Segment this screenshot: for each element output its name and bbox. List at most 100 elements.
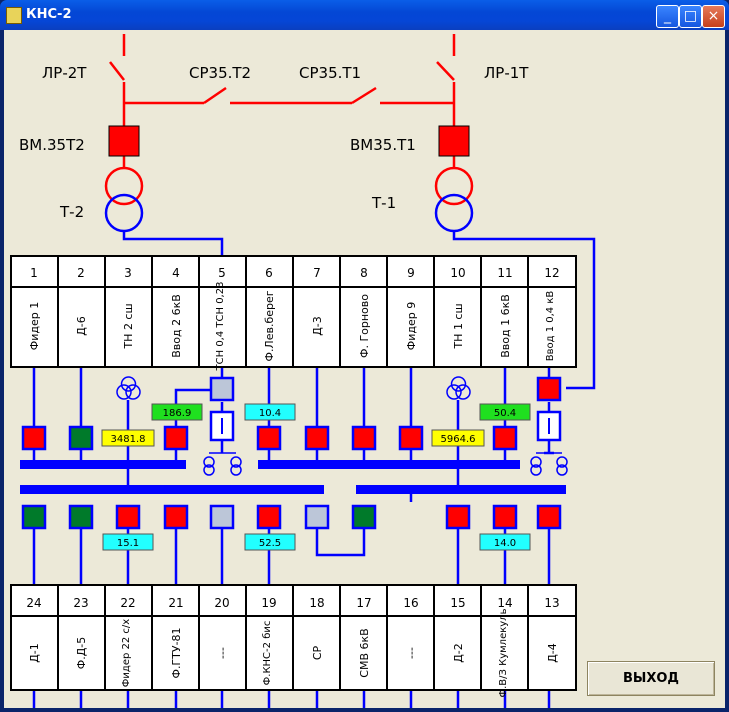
top-cell-label-5: ТСН 0,4 ТСН 0,23 [215,282,226,372]
bottom-switches [21,504,562,530]
transformer-t1-lv-winding [434,193,474,233]
bottom-cell-num-15: 15 [450,596,465,610]
switch-9[interactable] [398,425,424,451]
close-button[interactable]: × [702,5,725,28]
breaker-vm35t1[interactable] [438,125,470,157]
top-cell-num-11: 11 [497,266,512,280]
bottom-cell-num-20: 20 [214,596,229,610]
top-cell-label-4: Ввод 2 6кВ [170,294,183,358]
bottom-cell-label-21: Ф.ГТУ-81 [170,627,183,678]
top-cell-label-1: Фидер 1 [28,302,41,350]
window-title: КНС-2 [26,7,72,22]
label-vm35t2: ВМ.35Т2 [19,136,85,154]
label-t2: Т-2 [59,203,84,221]
bottom-cell-num-16: 16 [403,596,418,610]
top-cell-label-12: Ввод 1 0,4 кВ [545,291,556,362]
switch-12[interactable] [536,376,562,402]
label-vm35t1: ВМ35.Т1 [350,136,416,154]
switch-11[interactable] [492,425,518,451]
bottom-cell-num-23: 23 [73,596,88,610]
switch-18[interactable] [304,504,330,530]
bus-1-upper [258,460,520,469]
bottom-cell-num-22: 22 [120,596,135,610]
reading-3481-8: 3481.8 [111,434,146,445]
switch-17[interactable] [351,504,377,530]
top-cell-num-3: 3 [124,266,132,280]
reading-14-0: 14.0 [494,538,516,549]
top-cell-num-7: 7 [313,266,321,280]
transformer-t2-lv-winding [104,193,144,233]
top-cell-label-11: Ввод 1 6кВ [499,294,512,358]
top-cell-num-5: 5 [218,266,226,280]
bus-2-lower [20,485,324,494]
voltage-transformer-1 [446,376,471,400]
switch-5[interactable] [209,376,235,402]
bottom-cell-num-19: 19 [261,596,276,610]
label-sr35t2: СР35.Т2 [189,64,251,82]
bottom-cell-label-23: Ф.Д-5 [75,637,88,670]
app-icon [6,7,22,24]
title-bar: КНС-2 _ □ × [0,0,729,30]
bottom-cell-panel: 24 23 22 21 20 19 18 17 16 15 14 13 Д-1 … [10,584,577,697]
switch-6[interactable] [256,425,282,451]
switch-23[interactable] [68,504,94,530]
switch-1[interactable] [21,425,47,451]
top-cell-num-1: 1 [30,266,38,280]
switch-13[interactable] [536,504,562,530]
switch-8[interactable] [351,425,377,451]
breaker-vm35t2[interactable] [108,125,140,157]
reading-5964-6: 5964.6 [441,434,476,445]
top-cell-num-2: 2 [77,266,85,280]
bottom-cell-label-14: Ф.В/З Кумлекуль [498,608,509,697]
switch-4[interactable] [163,425,189,451]
bottom-cell-label-16: --- [405,647,418,659]
bottom-cell-label-13: Д-4 [546,643,559,663]
minimize-button[interactable]: _ [656,5,679,28]
top-cell-panel: 1 2 3 4 5 6 7 8 9 10 11 12 Фидер 1 Д-6 Т… [10,255,577,372]
top-cell-num-12: 12 [544,266,559,280]
reading-52-5: 52.5 [259,538,281,549]
top-cell-label-2: Д-6 [75,316,88,336]
switch-2[interactable] [68,425,94,451]
top-cell-label-9: Фидер 9 [405,302,418,350]
bottom-cell-label-20: --- [216,647,229,659]
maximize-button[interactable]: □ [679,5,702,28]
bottom-cell-label-19: Ф.КНС-2 бис [262,621,273,686]
top-cell-num-4: 4 [172,266,180,280]
bus-1-lower [356,485,566,494]
single-line-diagram: ЛР-2Т СР35.Т2 СР35.Т1 ЛР-1Т ВМ.35Т2 ВМ35… [10,34,596,708]
label-sr35t1: СР35.Т1 [299,64,361,82]
switch-24[interactable] [21,504,47,530]
top-cell-num-10: 10 [450,266,465,280]
reading-15-1: 15.1 [117,538,139,549]
top-cell-num-6: 6 [265,266,273,280]
application-window: КНС-2 _ □ × ЛР-2Т СР35.Т2 СР35.Т1 ЛР-1Т … [0,0,729,712]
exit-button[interactable]: ВЫХОД [587,661,715,696]
bottom-cell-num-14: 14 [497,596,512,610]
bus-2-upper [20,460,186,469]
bottom-cell-label-15: Д-2 [452,643,465,663]
switch-15[interactable] [445,504,471,530]
reading-50-4: 50.4 [494,408,516,419]
switch-19[interactable] [256,504,282,530]
bottom-cell-label-17: СМВ 6кВ [358,628,371,677]
aux-transformer-tsn1 [530,452,568,476]
switch-14[interactable] [492,504,518,530]
switch-20[interactable] [209,504,235,530]
bottom-cell-num-17: 17 [356,596,371,610]
bottom-cell-label-24: Д-1 [28,643,41,663]
reading-10-4: 10.4 [259,408,281,419]
switch-7[interactable] [304,425,330,451]
bottom-cell-num-24: 24 [26,596,41,610]
switch-22[interactable] [115,504,141,530]
bottom-cell-label-22: Фидер 22 с/х [121,619,132,687]
top-cell-label-6: Ф.Лев.берег [263,290,276,361]
aux-transformer-tsn2 [203,452,242,476]
top-cell-label-10: ТН 1 сш [452,303,465,349]
top-cell-label-7: Д-3 [311,316,324,336]
top-cell-label-3: ТН 2 сш [122,303,135,349]
label-lr2t: ЛР-2Т [42,64,87,82]
bottom-cell-num-18: 18 [309,596,324,610]
reading-186-9: 186.9 [163,408,192,419]
switch-21[interactable] [163,504,189,530]
